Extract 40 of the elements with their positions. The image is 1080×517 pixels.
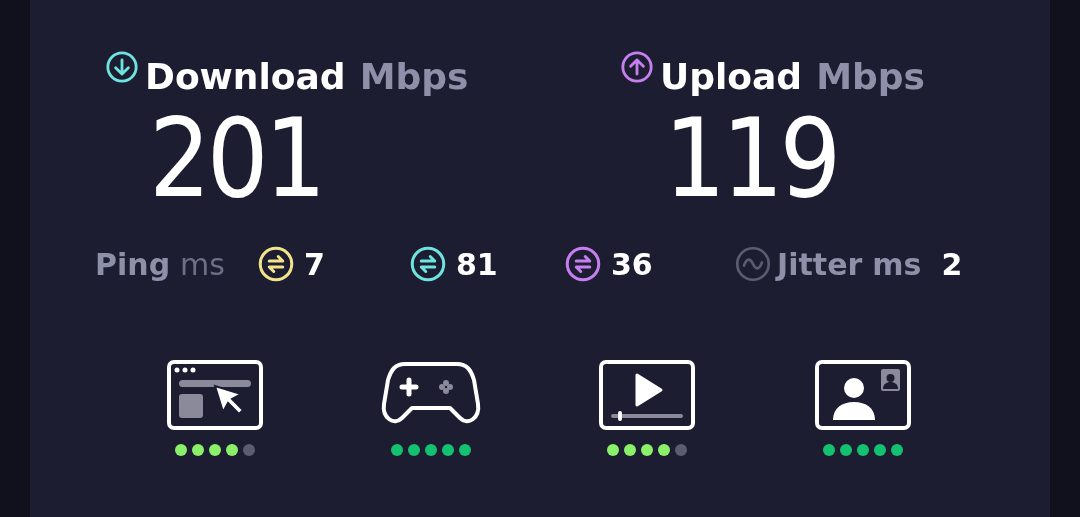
unit-label: ms <box>180 246 225 282</box>
filled-dot <box>442 444 454 456</box>
empty-dot <box>675 444 687 456</box>
filled-dot <box>226 444 238 456</box>
speed-label: Upload <box>660 55 803 99</box>
unit-label: Mbps <box>359 55 469 99</box>
filled-dot <box>857 444 869 456</box>
download-icon <box>105 50 139 84</box>
browser-window-icon <box>167 360 263 430</box>
jitter-label: Jitter <box>777 246 863 282</box>
filled-dot <box>209 444 221 456</box>
filled-dot <box>874 444 886 456</box>
unit-label: ms <box>872 246 922 282</box>
filled-dot <box>425 444 437 456</box>
speed-value: 201 <box>149 104 323 214</box>
filled-dot <box>840 444 852 456</box>
video-call-icon <box>815 360 911 430</box>
ping-value: 7 <box>304 246 325 282</box>
filled-dot <box>192 444 204 456</box>
filled-dot <box>891 444 903 456</box>
ping-value: 36 <box>611 246 653 282</box>
filled-dot <box>408 444 420 456</box>
unit-label: Mbps <box>816 55 925 99</box>
empty-dot <box>243 444 255 456</box>
filled-dot <box>823 444 835 456</box>
filled-dot <box>624 444 636 456</box>
filled-dot <box>607 444 619 456</box>
speed-label: Download <box>145 55 346 99</box>
filled-dot <box>391 444 403 456</box>
ping-label: Ping <box>95 246 171 282</box>
ping-value: 81 <box>456 246 498 282</box>
filled-dot <box>175 444 187 456</box>
filled-dot <box>658 444 670 456</box>
jitter-value: 2 <box>941 246 963 282</box>
speed-value: 119 <box>664 104 838 214</box>
filled-dot <box>641 444 653 456</box>
filled-dot <box>459 444 471 456</box>
wave-icon <box>735 246 771 282</box>
video-player-icon <box>599 360 695 430</box>
upload-icon <box>620 50 654 84</box>
